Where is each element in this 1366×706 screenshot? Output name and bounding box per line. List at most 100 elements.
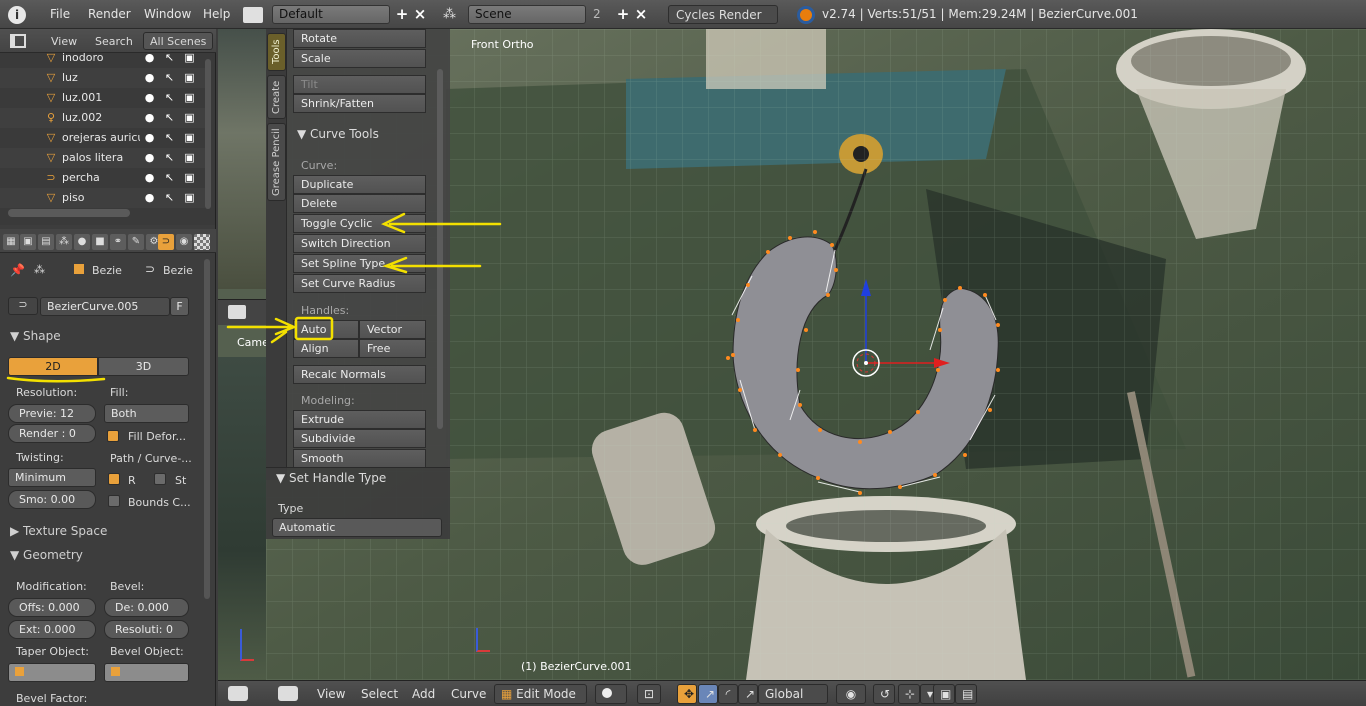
visibility-eye-icon[interactable]: ● [143, 191, 156, 204]
proportional-edit-select[interactable]: ◉ [836, 684, 866, 704]
render-layers-tab-icon[interactable]: ▤ [38, 234, 54, 250]
render-engine-select[interactable]: Cycles Render [668, 5, 778, 24]
bevel-object-field[interactable] [104, 663, 189, 682]
outliner-item-inodoro[interactable]: ▽ inodoro ● ↖ ▣ [0, 48, 205, 68]
datablock-name-field[interactable]: BezierCurve.005 [40, 297, 170, 316]
extrude-field[interactable]: Ext: 0.000 [8, 620, 96, 639]
viewport-menu-curve[interactable]: Curve [451, 687, 486, 701]
texture-tab-icon[interactable] [194, 234, 210, 250]
pivot-point-select[interactable]: ⊡ [637, 684, 661, 704]
fill-deform-checkbox[interactable] [107, 430, 119, 442]
visibility-eye-icon[interactable]: ● [143, 51, 156, 64]
outliner-item-orejeras[interactable]: ▽ orejeras auricul ● ↖ ▣ [0, 128, 205, 148]
select-cursor-icon[interactable]: ↖ [163, 51, 176, 64]
curve-tools-header[interactable]: ▼ Curve Tools [297, 127, 379, 141]
scene-icon[interactable]: ⁂ [443, 7, 463, 23]
remove-scene-button[interactable]: × [632, 5, 650, 24]
screen-layout-field[interactable]: Default [272, 5, 390, 24]
visibility-eye-icon[interactable]: ● [143, 131, 156, 144]
switch-direction-button[interactable]: Switch Direction [293, 234, 426, 253]
visibility-eye-icon[interactable]: ● [143, 91, 156, 104]
smooth-field[interactable]: Smo: 0.00 [8, 490, 96, 509]
modifiers-tab-icon[interactable]: ✎ [128, 234, 144, 250]
viewport-shading-select[interactable] [595, 684, 627, 704]
scale-button[interactable]: Scale [293, 49, 426, 68]
select-cursor-icon[interactable]: ↖ [163, 191, 176, 204]
remove-layout-button[interactable]: × [411, 5, 429, 24]
render-camera-icon[interactable]: ▣ [183, 191, 196, 204]
preview-resolution-field[interactable]: Previe: 12 [8, 404, 96, 423]
smooth-button[interactable]: Smooth [293, 449, 426, 468]
set-curve-radius-button[interactable]: Set Curve Radius [293, 274, 426, 293]
scene-tab-icon[interactable]: ⁂ [56, 234, 72, 250]
select-cursor-icon[interactable]: ↖ [163, 71, 176, 84]
handle-auto-button[interactable]: Auto [293, 320, 359, 339]
outliner-item-palos-litera[interactable]: ▽ palos litera ● ↖ ▣ [0, 148, 205, 168]
set-spline-type-button[interactable]: Set Spline Type [293, 254, 426, 273]
delete-button[interactable]: Delete [293, 194, 426, 213]
menu-help[interactable]: Help [203, 7, 230, 21]
outliner-horizontal-scrollbar[interactable] [8, 209, 130, 217]
add-scene-button[interactable]: + [614, 5, 632, 24]
shrink-fatten-button[interactable]: Shrink/Fatten [293, 94, 426, 113]
dimensions-3d-button[interactable]: 3D [98, 357, 189, 376]
material-tab-icon[interactable]: ◉ [176, 234, 192, 250]
visibility-eye-icon[interactable]: ● [143, 151, 156, 164]
handle-type-select[interactable]: Automatic [272, 518, 442, 537]
outliner-item-luz001[interactable]: ▽ luz.001 ● ↖ ▣ [0, 88, 205, 108]
transform-orientation-select[interactable]: Global [758, 684, 828, 704]
render-camera-icon[interactable]: ▣ [183, 51, 196, 64]
tilt-button[interactable]: Tilt [293, 75, 426, 94]
editor-type-icon[interactable] [228, 686, 248, 701]
duplicate-button[interactable]: Duplicate [293, 175, 426, 194]
menu-file[interactable]: File [50, 7, 70, 21]
proportional-falloff-icon[interactable]: ↺ [873, 684, 895, 704]
handle-align-button[interactable]: Align [293, 339, 359, 358]
render-tab-icon[interactable]: ▣ [20, 234, 36, 250]
handle-vector-button[interactable]: Vector [359, 320, 426, 339]
rotate-button[interactable]: Rotate [293, 29, 426, 48]
tab-create[interactable]: Create [267, 75, 286, 119]
handle-free-button[interactable]: Free [359, 339, 426, 358]
tool-shelf-scrollbar[interactable] [437, 69, 443, 429]
snap-toggle-icon[interactable]: ⊹ [898, 684, 920, 704]
menu-window[interactable]: Window [144, 7, 191, 21]
outliner-editor-icon[interactable] [10, 34, 26, 48]
select-cursor-icon[interactable]: ↖ [163, 91, 176, 104]
outliner-item-luz[interactable]: ▽ luz ● ↖ ▣ [0, 68, 205, 88]
viewport-menu-view[interactable]: View [317, 687, 345, 701]
outliner-item-piso[interactable]: ▽ piso ● ↖ ▣ [0, 188, 205, 208]
outliner-item-luz002[interactable]: ♀ luz.002 ● ↖ ▣ [0, 108, 205, 128]
render-camera-icon[interactable]: ▣ [183, 171, 196, 184]
world-tab-icon[interactable]: ● [74, 234, 90, 250]
object-tab-icon[interactable]: ■ [92, 234, 108, 250]
visibility-eye-icon[interactable]: ● [143, 111, 156, 124]
shape-panel-header[interactable]: ▼ Shape [4, 326, 190, 346]
outliner-menu-search[interactable]: Search [95, 35, 133, 48]
outliner-menu-view[interactable]: View [51, 35, 77, 48]
offset-field[interactable]: Offs: 0.000 [8, 598, 96, 617]
visibility-eye-icon[interactable]: ● [143, 71, 156, 84]
taper-object-field[interactable] [8, 663, 96, 682]
geometry-panel-header[interactable]: ▼ Geometry [4, 545, 190, 565]
subdivide-button[interactable]: Subdivide [293, 429, 426, 448]
operator-panel-header[interactable]: ▼ Set Handle Type [276, 471, 386, 485]
screen-layout-icon[interactable] [243, 7, 263, 23]
toggle-cyclic-button[interactable]: Toggle Cyclic [293, 214, 426, 233]
select-cursor-icon[interactable]: ↖ [163, 111, 176, 124]
menu-render[interactable]: Render [88, 7, 131, 21]
render-camera-icon[interactable]: ▣ [183, 91, 196, 104]
render-animation-icon[interactable]: ▤ [955, 684, 977, 704]
visibility-eye-icon[interactable]: ● [143, 171, 156, 184]
render-resolution-field[interactable]: Render : 0 [8, 424, 96, 443]
fake-user-button[interactable]: F [170, 297, 189, 316]
select-cursor-icon[interactable]: ↖ [163, 131, 176, 144]
render-still-icon[interactable]: ▣ [933, 684, 955, 704]
bevel-resolution-field[interactable]: Resoluti: 0 [104, 620, 189, 639]
info-editor-icon[interactable]: i [8, 6, 26, 24]
stretch-checkbox[interactable] [154, 473, 166, 485]
outliner-vertical-scrollbar[interactable] [205, 59, 211, 209]
recalc-normals-button[interactable]: Recalc Normals [293, 365, 426, 384]
rotate-manipulator-icon[interactable]: ◜ [718, 684, 738, 704]
texture-space-panel-header[interactable]: ▶ Texture Space [4, 521, 190, 541]
